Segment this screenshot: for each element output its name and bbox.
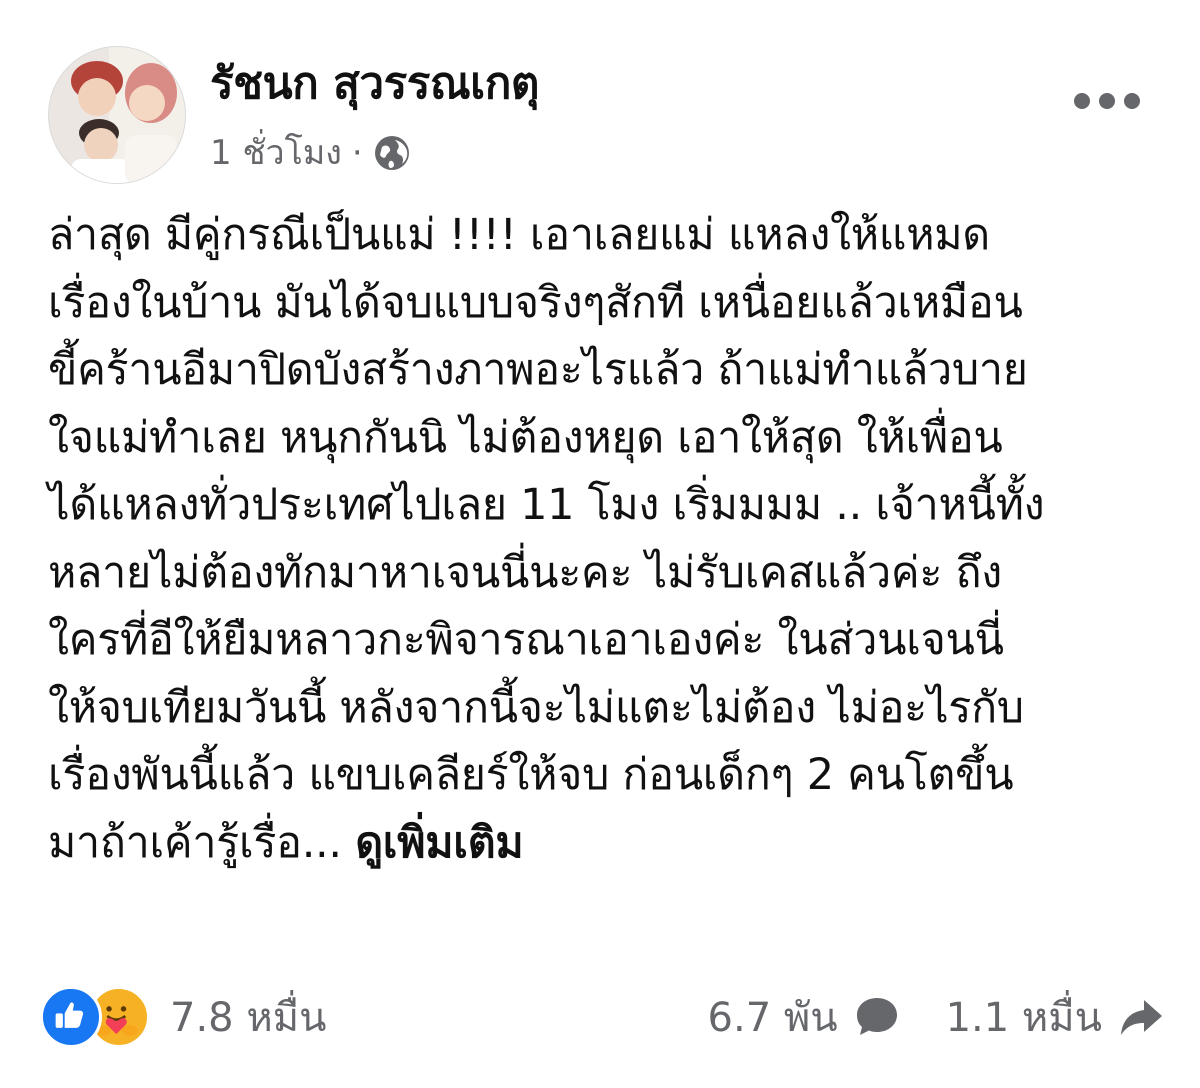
post-header: รัชนก สุวรรณเกตุ 1 ชั่วโมง · <box>48 46 1140 186</box>
globe-icon[interactable] <box>373 134 411 172</box>
engagement-stats: 6.7 พัน 1.1 หมื่น <box>708 982 1166 1052</box>
avatar-photo <box>49 47 185 183</box>
body-line: ใจแม่ทำเลย หนุกกันนิ ไม่ต้องหยุด เอาให้ส… <box>48 412 1003 463</box>
meta-separator: · <box>351 133 363 173</box>
body-line: เรื่องในบ้าน มันได้จบแบบจริงๆสักที เหนื่… <box>48 277 1023 328</box>
post-footer: 7.8 หมื่น 6.7 พัน 1.1 หมื่น <box>40 982 1166 1052</box>
post-meta: 1 ชั่วโมง · <box>210 128 411 178</box>
share-icon <box>1121 1000 1162 1035</box>
shares-count: 1.1 หมื่น <box>945 995 1102 1041</box>
shares-stat[interactable]: 1.1 หมื่น <box>946 985 1166 1049</box>
body-line: ใครที่อีให้ยืมหลาวกะพิจารณาเอาเองค่ะ ในส… <box>48 615 1004 665</box>
more-dot <box>1099 93 1115 109</box>
body-line: ได้แหลงทั่วประเทศไปเลย 11 โมง เริ่มมมม .… <box>48 480 1045 530</box>
author-name[interactable]: รัชนก สุวรรณเกตุ <box>210 54 539 114</box>
reaction-count: 7.8 หมื่น <box>170 995 327 1041</box>
see-more-link[interactable]: ดูเพิ่มเติม <box>355 818 523 868</box>
body-line: ให้จบเทียมวันนี้ หลังจากนี้จะไม่แตะไม่ต้… <box>48 682 1024 733</box>
facebook-post: รัชนก สุวรรณเกตุ 1 ชั่วโมง · ล่าสุด มีคู… <box>0 0 1200 1088</box>
more-dot <box>1124 93 1140 109</box>
comments-stat[interactable]: 6.7 พัน <box>708 985 902 1049</box>
comment-icon <box>856 998 897 1035</box>
body-truncated-text: มาถ้าเค้ารู้เรื่อ... <box>48 817 342 868</box>
reactions-summary[interactable]: 7.8 หมื่น <box>40 982 326 1052</box>
comments-count: 6.7 พัน <box>707 995 838 1041</box>
avatar[interactable] <box>48 46 186 184</box>
body-last-line: มาถ้าเค้ารู้เรื่อ... ดูเพิ่มเติม <box>48 810 1168 878</box>
body-line: หลายไม่ต้องทักมาหาเจนนี่นะคะ ไม่รับเคสแล… <box>48 547 1002 598</box>
more-options-icon[interactable] <box>1074 86 1140 116</box>
post-time[interactable]: 1 ชั่วโมง <box>210 128 342 178</box>
more-dot <box>1074 93 1090 109</box>
body-line: เรื่องพันนี้แล้ว แขบเคลียร์ให้จบ ก่อนเด็… <box>48 750 1014 800</box>
body-line: ขี้คร้านอีมาปิดบังสร้างภาพอะไรแล้ว ถ้าแม… <box>48 345 1028 395</box>
like-icon <box>40 986 102 1048</box>
body-line: ล่าสุด มีคู่กรณีเป็นแม่ !!!! เอาเลยแม่ แ… <box>48 210 990 260</box>
post-body: ล่าสุด มีคู่กรณีเป็นแม่ !!!! เอาเลยแม่ แ… <box>48 202 1168 877</box>
